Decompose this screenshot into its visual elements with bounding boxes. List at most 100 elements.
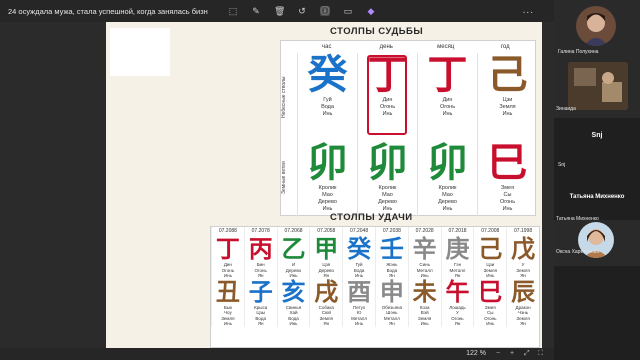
avatar [576,6,616,46]
participant-tile[interactable]: Зинаида [554,58,640,118]
luck-cell: 辛 Синь Металл Инь [407,236,441,279]
glyph-caption: Инь [502,206,513,212]
zoom-level[interactable]: 122 % [466,348,486,360]
fate-table: час день месяц год Небесные стволы Земны… [280,40,537,217]
glyph-caption: Ян [323,321,330,326]
fate-title: СТОЛПЫ СУДЬБЫ [330,26,424,37]
glyph-caption: Кролик [438,185,457,191]
fate-cell: 癸 Гуй Вода Инь [297,53,357,141]
participants-panel: Галина Полухина Зинаида Snj Snj Татьяна … [554,0,640,360]
edit-icon[interactable]: ✎ [251,6,261,16]
zoom-out-icon[interactable]: − [496,350,504,358]
file-name: 24 осуждала мужа, стала успешной, когда … [8,6,208,16]
luck-branches-row: 丑 Бык Чоу Земля Инь 子 Крыса Цзы Вода Ян 亥 Свинья Хай… [211,276,539,327]
fate-side-label-stems: Небесные стволы [281,76,287,118]
luck-cell: 甲 Цзя Дерево Ян [309,236,342,279]
luck-cell: 戌 Собака Сюй Земля Ян [309,276,342,327]
app-window: 24 осуждала мужа, стала успешной, когда … [0,0,640,360]
hieroglyph: 午 [445,276,470,306]
fit-icon[interactable]: ⤢ [524,350,532,358]
participant-tile[interactable]: Оксна Харитонова [554,220,640,266]
hieroglyph: 申 [379,276,404,306]
hieroglyph: 卯 [427,139,468,186]
blank-area [110,28,170,76]
glyph-caption: Инь [289,321,298,326]
hieroglyph: 亥 [281,276,306,306]
ai-icon[interactable]: ◆ [366,6,376,16]
glyph-caption: Инь [502,111,513,117]
hieroglyph: 戊 [511,234,536,263]
hieroglyph: 己 [478,234,503,263]
glyph-caption: Кролик [318,185,337,191]
fate-cell: 巳 Змея Сы Огонь Инь [477,141,537,217]
participant-big-name: Snj [591,132,603,139]
glyph-caption: Инь [486,321,495,326]
document-image: СТОЛПЫ СУДЬБЫ час день месяц год Небесны… [106,22,542,348]
glyph-caption: Инь [442,206,453,212]
participant-big-name: Татьяна Михненко [569,194,625,200]
crop-icon[interactable]: ⬚ [228,6,238,16]
hieroglyph: 巳 [487,139,528,186]
luck-cell: 辰 Дракон Чэнь Земля Ян [506,278,539,327]
glyph-caption: Инь [355,321,364,326]
hieroglyph: 癸 [307,51,348,98]
hieroglyph: 丁 [427,51,468,98]
luck-cell: 己 Цзи Земля Инь [473,236,506,279]
hieroglyph: 巳 [478,276,503,306]
glyph-caption: Ян [389,321,395,326]
luck-cell: 午 Лошадь У Огонь Ян [440,276,474,327]
glyph-caption: Змея [500,185,515,191]
hieroglyph: 戌 [314,276,339,306]
hieroglyph: 卯 [307,139,348,186]
luck-cell: 巳 Змея Сы Огонь Инь [473,276,506,327]
hieroglyph: 癸 [347,234,372,263]
glyph-caption: Дерево [318,199,337,205]
luck-cell: 子 Крыса Цзы Вода Ян [243,278,277,327]
hieroglyph: 己 [487,51,528,98]
video-frame [568,62,628,110]
participant-name: Зинаида [556,106,576,112]
luck-title: СТОЛПЫ УДАЧИ [330,212,413,223]
glyph-caption: Дин [442,97,453,103]
glyph-caption: Инь [420,321,429,326]
glyph-caption: Ян [454,321,461,326]
glyph-caption: Мао [382,192,393,198]
glyph-caption: Вода [321,104,334,110]
luck-cell: 亥 Свинья Хай Вода Инь [276,276,310,327]
fate-cell: 卯 Кролик Мао Дерево Инь [297,141,357,217]
hieroglyph: 甲 [314,234,339,263]
trash-icon[interactable]: 🗑 [274,6,285,16]
fate-branches-row: 卯 Кролик Мао Дерево Инь 卯 Кролик Мао Дерево Инь 卯 К… [297,141,537,217]
participant-name: Оксна Харитонова [556,249,600,255]
undo-icon[interactable]: ↺ [297,6,307,16]
fate-stems-row: 癸 Гуй Вода Инь 丁 Дин Огонь Инь 丁 Дин Огонь Инь 己 Цзи З… [297,53,537,141]
luck-cell: 壬 Жэнь Вода Ян [374,234,408,279]
luck-cell: 丙 Бин Огонь Ян [243,236,277,279]
luck-cell: 乙 И Дерево Инь [276,236,310,279]
more-icon[interactable]: ... [523,5,534,16]
participant-tile[interactable]: Галина Полухина [554,0,640,58]
top-bar: 24 осуждала мужа, стала успешной, когда … [0,0,554,22]
glyph-caption: Гуй [323,97,332,103]
glyph-caption: Инь [223,321,232,326]
luck-cell: 癸 Гуй Вода Инь [342,236,375,279]
participant-name: Snj [558,162,566,168]
fate-cell: 卯 Кролик Мао Дерево Инь [357,141,417,217]
glyph-caption: Дерево [378,199,397,205]
glyph-caption: Огонь [439,104,456,110]
hieroglyph: 未 [412,276,437,306]
hieroglyph: 庚 [445,234,470,263]
glyph-caption: Дерево [438,199,457,205]
presentation-icon[interactable]: ▭ [343,6,353,16]
hieroglyph: 壬 [379,234,404,263]
participant-name: Галина Полухина [558,49,599,55]
participant-tile[interactable]: Snj [554,118,640,156]
participant-tile[interactable]: Snj [554,156,640,194]
hieroglyph: 丑 [215,276,240,306]
info-icon[interactable]: ⓘ [320,6,330,16]
luck-cell: 申 Обезьяна Шэнь Металл Ян [374,276,408,327]
fullscreen-icon[interactable]: ⛶ [538,350,546,358]
image-viewer: СТОЛПЫ СУДЬБЫ час день месяц год Небесны… [0,22,554,348]
zoom-in-icon[interactable]: + [510,350,518,358]
toolbar: ⬚ ✎ 🗑 ↺ ⓘ ▭ ◆ [228,6,376,16]
